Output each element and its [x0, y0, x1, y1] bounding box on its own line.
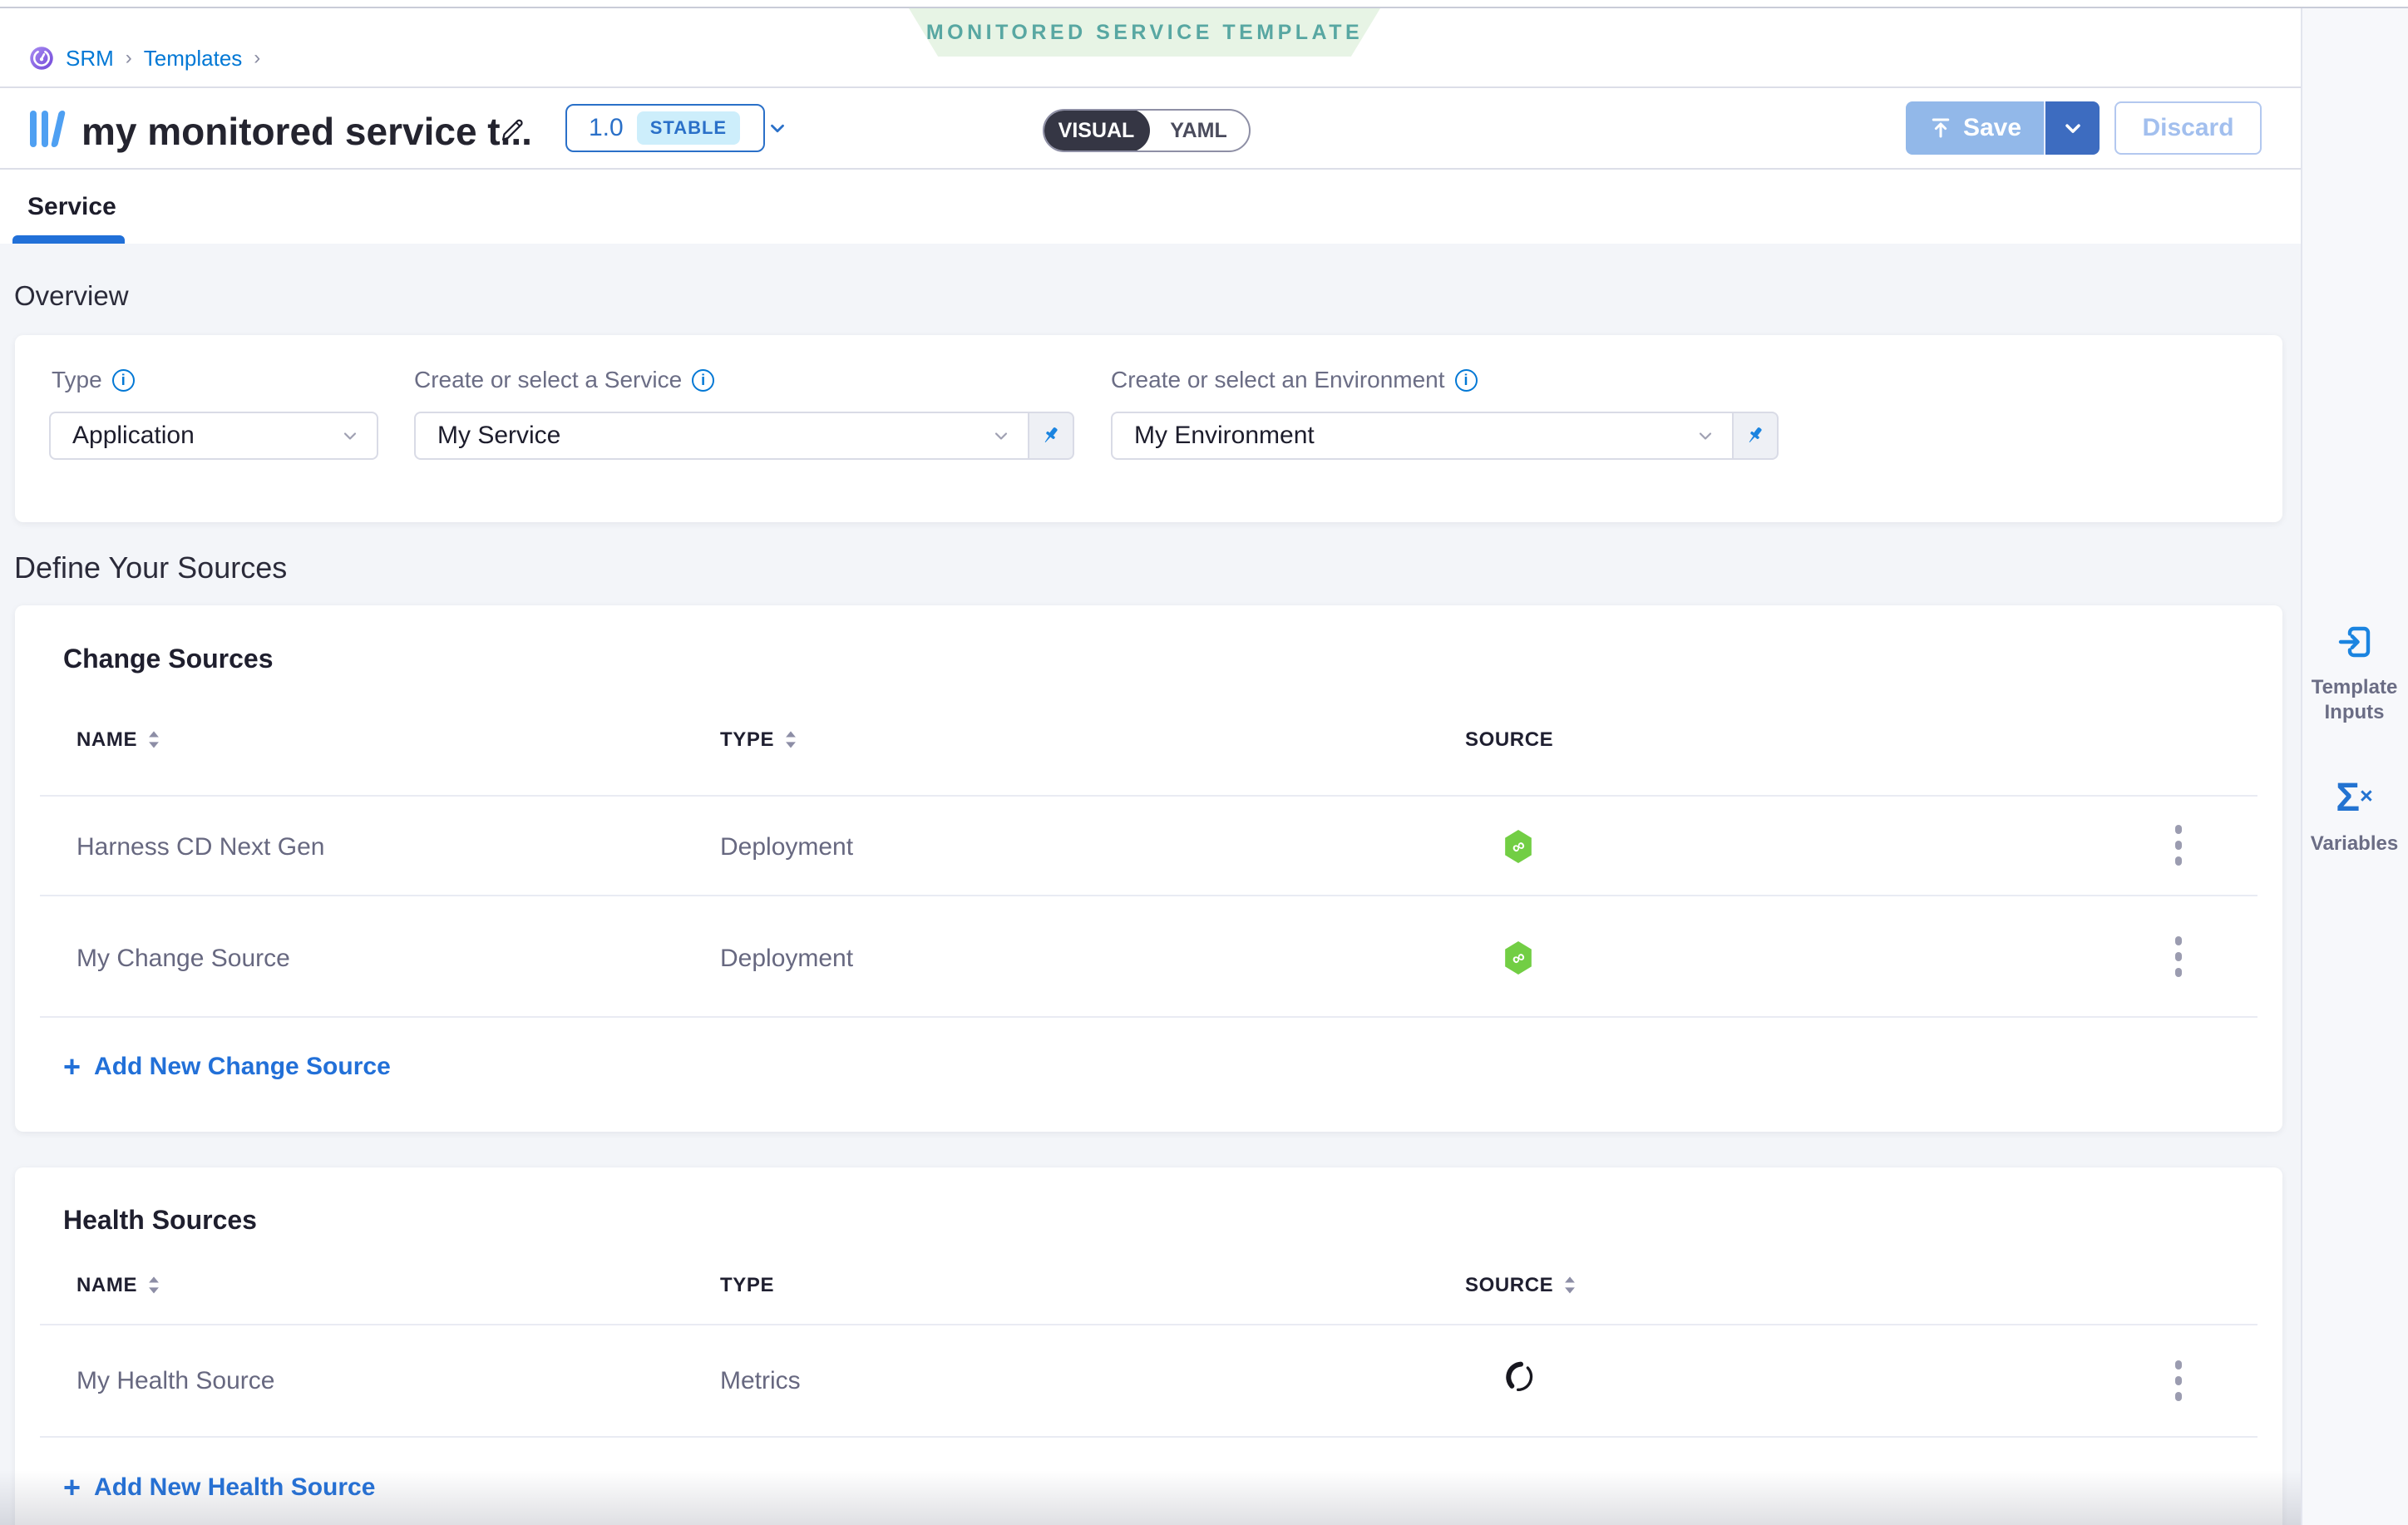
column-header-source: SOURCE	[1465, 715, 1553, 765]
service-select[interactable]: My Service	[414, 412, 1029, 460]
harness-cd-icon: ∞	[1502, 940, 1535, 976]
sort-icon	[1562, 1275, 1578, 1296]
toggle-yaml[interactable]: YAML	[1148, 111, 1249, 151]
variables-icon: Σ×	[2336, 778, 2373, 818]
srm-module-icon	[29, 46, 54, 71]
pin-icon	[1039, 424, 1063, 447]
template-inputs-label: Template Inputs	[2301, 675, 2408, 725]
visual-yaml-toggle: VISUAL YAML	[1043, 109, 1251, 152]
service-label: Create or select a Service i	[414, 367, 714, 393]
appdynamics-icon	[1503, 1360, 1537, 1394]
environment-label: Create or select an Environment i	[1111, 367, 1478, 393]
pin-environment-button[interactable]	[1734, 412, 1779, 460]
row-menu-button[interactable]	[2175, 1360, 2182, 1401]
tab-bar	[0, 170, 2301, 244]
column-header-type: TYPE	[720, 1261, 774, 1310]
sort-icon	[146, 729, 162, 751]
tab-service[interactable]: Service	[27, 193, 116, 221]
service-value: My Service	[437, 422, 560, 450]
upload-icon	[1928, 116, 1953, 141]
pin-service-button[interactable]	[1029, 412, 1074, 460]
chevron-right-icon: ›	[126, 47, 132, 70]
sort-icon	[146, 1275, 162, 1296]
health-source-name: My Health Source	[76, 1367, 274, 1395]
change-sources-heading: Change Sources	[63, 644, 274, 674]
variables-button[interactable]: Σ× Variables	[2301, 778, 2408, 856]
add-change-source-button[interactable]: + Add New Change Source	[63, 1053, 391, 1081]
environment-select[interactable]: My Environment	[1111, 412, 1734, 460]
column-header-name[interactable]: NAME	[76, 1261, 162, 1310]
chevron-down-icon	[340, 426, 360, 446]
save-label: Save	[1963, 114, 2021, 142]
active-tab-underline	[12, 235, 125, 244]
column-header-name[interactable]: NAME	[76, 715, 162, 765]
table-row[interactable]: My Change Source Deployment ∞	[15, 896, 2282, 1016]
table-divider	[40, 1016, 2258, 1018]
health-source-type: Metrics	[720, 1367, 801, 1395]
template-inputs-icon	[2335, 622, 2375, 662]
monitored-service-template-badge: MONITORED SERVICE TEMPLATE	[909, 8, 1380, 57]
overview-card: Type i Application Create or select a Se…	[15, 335, 2282, 522]
plus-icon: +	[63, 1475, 81, 1500]
info-icon[interactable]: i	[692, 369, 714, 392]
change-source-type: Deployment	[720, 945, 853, 973]
table-divider	[40, 1436, 2258, 1438]
table-row[interactable]: Harness CD Next Gen Deployment ∞	[15, 797, 2282, 895]
health-sources-card: Health Sources NAME TYPE SOURCE My Healt…	[15, 1167, 2282, 1525]
save-split-button: Save	[1906, 101, 2100, 155]
template-icon	[30, 111, 67, 147]
column-header-source[interactable]: SOURCE	[1465, 1261, 1578, 1310]
page: SRM › Templates › MONITORED SERVICE TEMP…	[0, 0, 2408, 1525]
define-sources-heading: Define Your Sources	[14, 550, 287, 585]
plus-icon: +	[63, 1054, 81, 1079]
discard-button[interactable]: Discard	[2114, 101, 2262, 155]
chevron-down-icon	[991, 426, 1011, 446]
template-inputs-button[interactable]: Template Inputs	[2301, 622, 2408, 725]
type-select[interactable]: Application	[49, 412, 378, 460]
toggle-visual[interactable]: VISUAL	[1043, 109, 1150, 152]
harness-cd-icon: ∞	[1502, 828, 1535, 865]
stable-badge: STABLE	[637, 111, 740, 145]
table-row[interactable]: My Health Source Metrics	[15, 1325, 2282, 1436]
column-header-type[interactable]: TYPE	[720, 715, 799, 765]
row-menu-button[interactable]	[2175, 936, 2182, 977]
save-options-button[interactable]	[2044, 101, 2100, 155]
variables-label: Variables	[2311, 832, 2398, 856]
change-source-type: Deployment	[720, 833, 853, 861]
type-label: Type i	[52, 367, 135, 393]
chevron-down-icon	[1695, 426, 1715, 446]
version-number: 1.0	[589, 114, 624, 142]
change-source-name: My Change Source	[76, 945, 290, 973]
pencil-icon	[499, 116, 527, 144]
overview-heading: Overview	[14, 280, 129, 312]
type-value: Application	[72, 422, 195, 450]
row-menu-button[interactable]	[2175, 825, 2182, 866]
chevron-right-icon: ›	[254, 47, 260, 70]
edit-title-button[interactable]	[497, 114, 529, 146]
pin-icon	[1744, 424, 1767, 447]
add-health-source-button[interactable]: + Add New Health Source	[63, 1473, 375, 1502]
breadcrumb-link-srm[interactable]: SRM	[66, 46, 114, 72]
breadcrumb: SRM › Templates ›	[29, 46, 260, 71]
sort-icon	[782, 729, 799, 751]
save-button[interactable]: Save	[1906, 101, 2044, 155]
change-source-name: Harness CD Next Gen	[76, 833, 324, 861]
chevron-down-icon	[767, 117, 788, 139]
version-selector[interactable]: 1.0 STABLE	[565, 104, 765, 152]
breadcrumb-link-templates[interactable]: Templates	[144, 46, 243, 72]
right-sidebar	[2301, 8, 2408, 1525]
health-sources-heading: Health Sources	[63, 1205, 257, 1236]
environment-value: My Environment	[1134, 422, 1315, 450]
info-icon[interactable]: i	[112, 369, 135, 392]
info-icon[interactable]: i	[1455, 369, 1478, 392]
change-sources-card: Change Sources NAME TYPE SOURCE Harness …	[15, 605, 2282, 1132]
chevron-down-icon	[2061, 116, 2085, 140]
page-title: my monitored service t...	[81, 109, 497, 154]
